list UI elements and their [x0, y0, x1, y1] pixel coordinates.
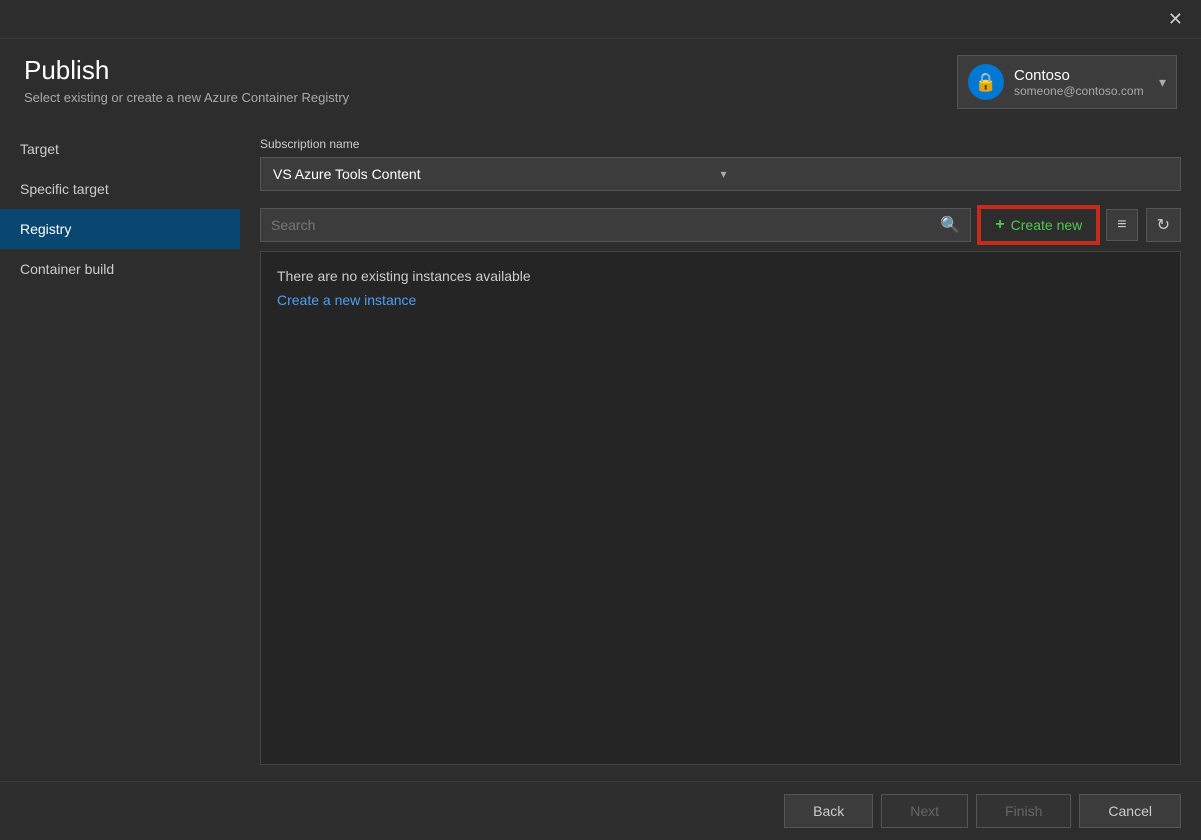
filter-button[interactable]: ≡ — [1106, 209, 1137, 241]
dialog-body: Target Specific target Registry Containe… — [0, 121, 1201, 781]
instances-list: There are no existing instances availabl… — [260, 251, 1181, 765]
subscription-chevron-icon: ▾ — [721, 167, 1169, 181]
sidebar: Target Specific target Registry Containe… — [0, 121, 240, 781]
dialog-title: Publish — [24, 55, 349, 86]
cancel-button[interactable]: Cancel — [1079, 794, 1181, 828]
account-info: Contoso someone@contoso.com — [1014, 67, 1151, 98]
empty-message: There are no existing instances availabl… — [277, 268, 1164, 284]
finish-button[interactable]: Finish — [976, 794, 1071, 828]
subscription-label: Subscription name — [260, 137, 1181, 151]
create-instance-link[interactable]: Create a new instance — [277, 292, 416, 308]
title-bar: ✕ — [0, 0, 1201, 39]
plus-icon: + — [995, 216, 1004, 234]
filter-icon: ≡ — [1117, 216, 1126, 233]
search-box[interactable]: 🔍 — [260, 208, 971, 242]
dialog-subtitle: Select existing or create a new Azure Co… — [24, 90, 349, 105]
sidebar-item-registry[interactable]: Registry — [0, 209, 240, 249]
chevron-down-icon: ▾ — [1159, 74, 1166, 91]
next-button[interactable]: Next — [881, 794, 968, 828]
avatar: 🔒 — [968, 64, 1004, 100]
close-button[interactable]: ✕ — [1162, 8, 1189, 30]
account-email: someone@contoso.com — [1014, 84, 1151, 98]
account-badge[interactable]: 🔒 Contoso someone@contoso.com ▾ — [957, 55, 1177, 109]
create-new-button[interactable]: + Create new — [979, 207, 1098, 243]
refresh-button[interactable]: ↻ — [1146, 208, 1181, 242]
sidebar-item-target[interactable]: Target — [0, 129, 240, 169]
title-section: Publish Select existing or create a new … — [24, 55, 349, 105]
publish-dialog: ✕ Publish Select existing or create a ne… — [0, 0, 1201, 840]
dialog-header: Publish Select existing or create a new … — [0, 39, 1201, 121]
sidebar-item-container-build[interactable]: Container build — [0, 249, 240, 289]
subscription-value: VS Azure Tools Content — [273, 166, 721, 182]
refresh-icon: ↻ — [1157, 217, 1170, 234]
subscription-section: Subscription name VS Azure Tools Content… — [260, 137, 1181, 191]
back-button[interactable]: Back — [784, 794, 873, 828]
create-new-label: Create new — [1011, 217, 1083, 233]
avatar-icon: 🔒 — [975, 72, 997, 93]
search-input[interactable] — [271, 217, 940, 233]
content-area: Subscription name VS Azure Tools Content… — [240, 121, 1201, 781]
dialog-footer: Back Next Finish Cancel — [0, 781, 1201, 840]
subscription-dropdown[interactable]: VS Azure Tools Content ▾ — [260, 157, 1181, 191]
search-icon: 🔍 — [940, 215, 960, 235]
sidebar-item-specific-target[interactable]: Specific target — [0, 169, 240, 209]
account-name: Contoso — [1014, 67, 1151, 84]
search-actions-row: 🔍 + Create new ≡ ↻ — [260, 207, 1181, 243]
